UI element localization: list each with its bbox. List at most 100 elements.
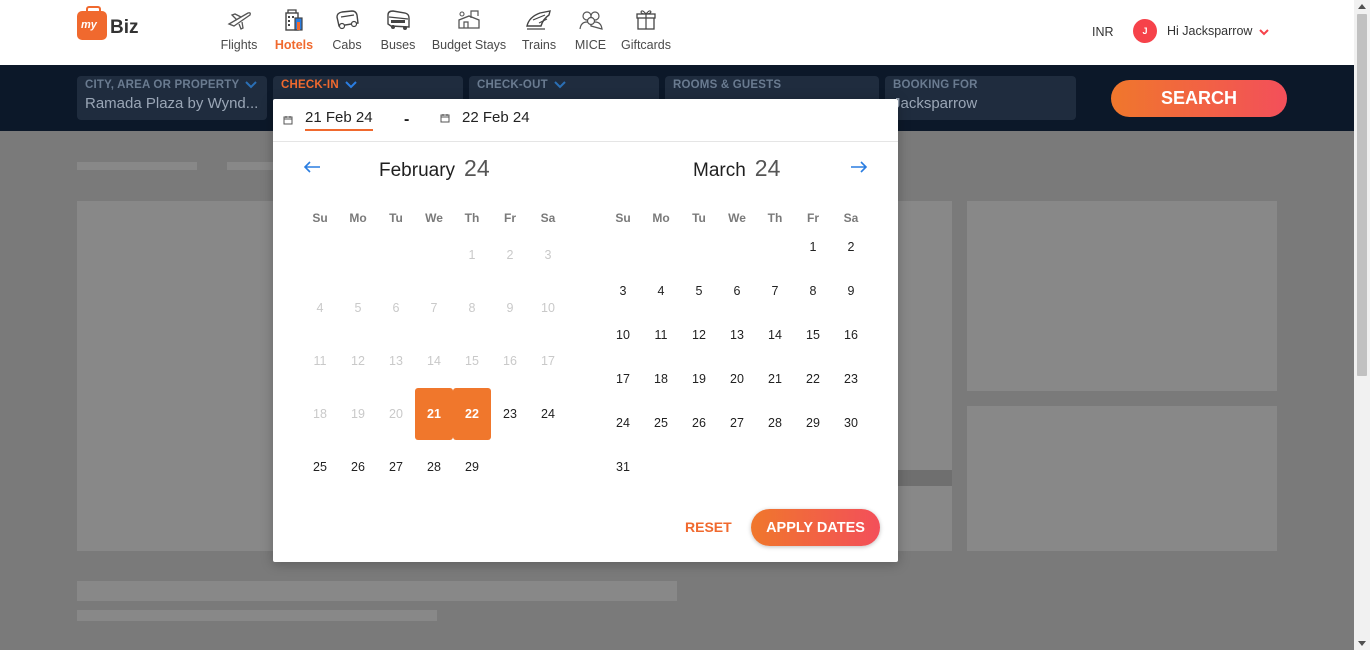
date-cell[interactable]: 27 <box>718 401 756 445</box>
nav-budget-stays[interactable]: Budget Stays <box>427 7 511 52</box>
date-cell[interactable]: 15 <box>794 313 832 357</box>
date-cell[interactable]: 28 <box>415 441 453 493</box>
user-greeting[interactable]: Hi Jacksparrow <box>1167 24 1252 38</box>
date-cell[interactable]: 28 <box>756 401 794 445</box>
nav-cabs-label: Cabs <box>332 38 362 52</box>
date-cell: 10 <box>541 301 555 315</box>
date-cell[interactable]: 25 <box>642 401 680 445</box>
avatar[interactable]: J <box>1133 19 1157 43</box>
weekday-header: Tu <box>692 211 706 225</box>
currency-selector[interactable]: INR <box>1092 25 1114 39</box>
nav-giftcards[interactable]: Giftcards <box>614 7 678 52</box>
date-cell[interactable]: 30 <box>832 401 870 445</box>
date-cell[interactable]: 20 <box>718 357 756 401</box>
weekday-header: Su <box>615 211 631 225</box>
briefcase-icon: my <box>77 6 107 40</box>
chevron-down-icon <box>554 81 566 89</box>
date-cell[interactable]: 8 <box>794 269 832 313</box>
train-icon <box>524 7 554 33</box>
chevron-down-icon[interactable] <box>1258 24 1270 42</box>
skeleton-bar <box>77 162 197 170</box>
vertical-scrollbar[interactable] <box>1354 0 1370 650</box>
date-cell[interactable]: 16 <box>832 313 870 357</box>
apply-dates-button[interactable]: APPLY DATES <box>751 509 880 546</box>
nav-mice[interactable]: MICE <box>567 7 614 52</box>
date-cell: 4 <box>316 301 324 315</box>
date-cell: 9 <box>506 301 514 315</box>
nav-trains[interactable]: Trains <box>511 7 567 52</box>
month-header-february: February 24 <box>379 155 490 182</box>
next-month-button[interactable] <box>850 160 868 179</box>
weekday-header: Sa <box>540 211 556 225</box>
checkout-date-value: 22 Feb 24 <box>462 109 530 126</box>
date-cell[interactable]: 13 <box>718 313 756 357</box>
date-cell[interactable]: 26 <box>339 441 377 493</box>
checkout-date-tab[interactable]: 22 Feb 24 <box>440 109 530 126</box>
date-cell[interactable]: 1 <box>794 225 832 269</box>
prev-month-button[interactable] <box>303 160 321 179</box>
weekday-header: We <box>425 211 443 225</box>
nav-flights-label: Flights <box>220 38 258 52</box>
cab-icon <box>332 7 362 33</box>
date-cell: 15 <box>465 354 479 368</box>
mybiz-logo[interactable]: my Biz <box>77 6 139 40</box>
date-cell[interactable]: 3 <box>604 269 642 313</box>
date-cell[interactable]: 21 <box>756 357 794 401</box>
date-cell[interactable]: 29 <box>453 441 491 493</box>
date-cell[interactable]: 9 <box>832 269 870 313</box>
nav-hotels[interactable]: Hotels <box>263 7 325 52</box>
nav-flights[interactable]: Flights <box>215 7 263 52</box>
month-name: February <box>379 160 456 181</box>
checkin-date-tab[interactable]: 21 Feb 24 <box>283 109 373 131</box>
date-cell[interactable]: 19 <box>680 357 718 401</box>
nav-buses[interactable]: Buses <box>369 7 427 52</box>
bus-icon <box>383 7 413 33</box>
arrow-right-icon <box>851 161 868 173</box>
date-cell[interactable]: 22 <box>794 357 832 401</box>
nav-cabs[interactable]: Cabs <box>325 7 369 52</box>
date-cell[interactable]: 25 <box>301 441 339 493</box>
skeleton-gap <box>897 470 952 486</box>
scrollbar-thumb[interactable] <box>1357 14 1367 376</box>
date-cell[interactable]: 2 <box>832 225 870 269</box>
rooms-guests-label: ROOMS & GUESTS <box>673 79 782 91</box>
checkin-date-value: 21 Feb 24 <box>305 109 373 131</box>
date-cell[interactable]: 23 <box>832 357 870 401</box>
skeleton-block <box>967 406 1277 551</box>
date-cell[interactable]: 31 <box>604 445 642 489</box>
date-cell[interactable]: 5 <box>680 269 718 313</box>
scroll-down-icon[interactable] <box>1358 641 1366 646</box>
date-cell[interactable]: 6 <box>718 269 756 313</box>
date-cell: 16 <box>503 354 517 368</box>
date-cell[interactable]: 12 <box>680 313 718 357</box>
date-cell: 5 <box>354 301 362 315</box>
date-cell[interactable]: 23 <box>491 388 529 440</box>
date-cell[interactable]: 29 <box>794 401 832 445</box>
search-button[interactable]: SEARCH <box>1111 80 1287 117</box>
nav-budget-stays-label: Budget Stays <box>431 38 507 52</box>
nav-hotels-label: Hotels <box>274 38 314 52</box>
date-cell: 3 <box>544 248 552 262</box>
weekday-header: Fr <box>504 211 516 225</box>
reset-button[interactable]: RESET <box>685 519 732 535</box>
booking-for-field[interactable]: BOOKING FOR Jacksparrow <box>885 76 1076 120</box>
weekday-header: Su <box>312 211 328 225</box>
date-cell[interactable]: 18 <box>642 357 680 401</box>
date-cell: 20 <box>389 407 403 421</box>
date-cell[interactable]: 10 <box>604 313 642 357</box>
skeleton-bar <box>77 610 437 621</box>
date-cell[interactable]: 14 <box>756 313 794 357</box>
date-cell[interactable]: 17 <box>604 357 642 401</box>
selected-date-cell[interactable]: 21 <box>415 388 453 440</box>
date-cell[interactable]: 26 <box>680 401 718 445</box>
nav-buses-label: Buses <box>380 38 416 52</box>
date-cell[interactable]: 7 <box>756 269 794 313</box>
scroll-up-icon[interactable] <box>1358 4 1366 9</box>
date-cell[interactable]: 4 <box>642 269 680 313</box>
date-cell[interactable]: 11 <box>642 313 680 357</box>
date-cell[interactable]: 27 <box>377 441 415 493</box>
date-cell[interactable]: 24 <box>529 388 567 440</box>
city-field[interactable]: CITY, AREA OR PROPERTY Ramada Plaza by W… <box>77 76 267 120</box>
selected-date-cell[interactable]: 22 <box>453 388 491 440</box>
date-cell[interactable]: 24 <box>604 401 642 445</box>
